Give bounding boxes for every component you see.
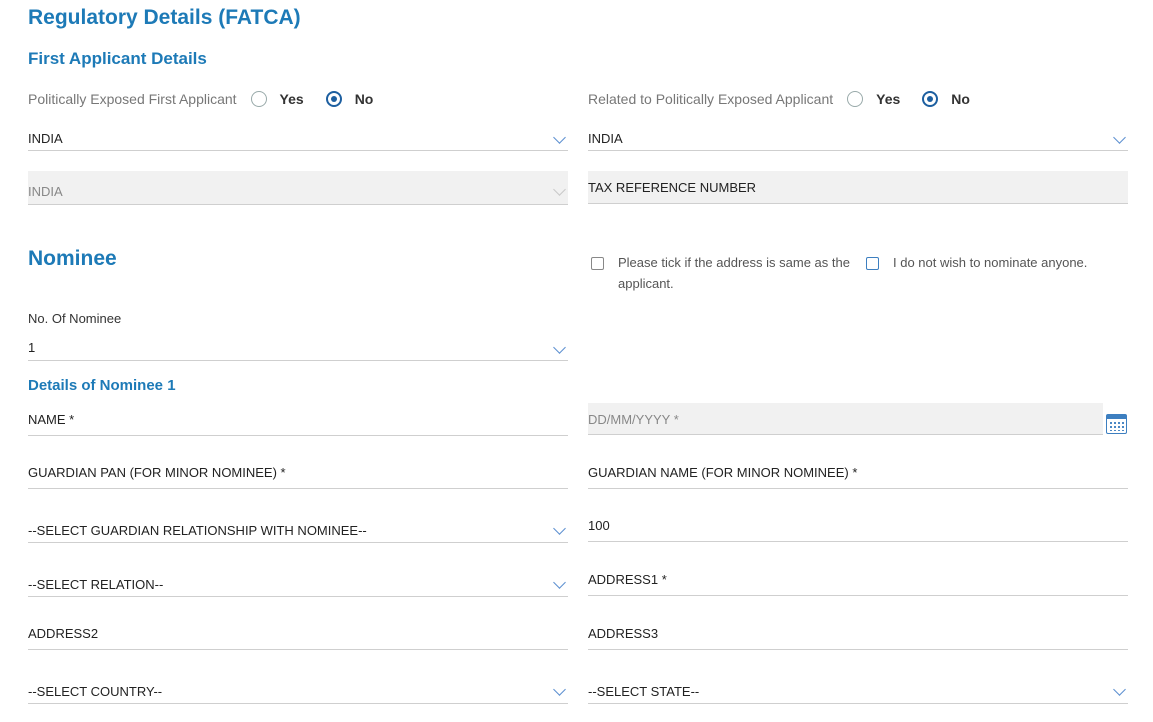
nominee-heading: Nominee <box>28 247 117 270</box>
no-nominate-label: I do not wish to nominate anyone. <box>893 255 1088 270</box>
related-yes-label: Yes <box>876 91 901 107</box>
nominee-dob-input[interactable]: DD/MM/YYYY * <box>588 403 1103 435</box>
guardian-relationship-value: --SELECT GUARDIAN RELATIONSHIP WITH NOMI… <box>28 523 367 538</box>
calendar-icon[interactable] <box>1106 414 1127 434</box>
related-pep-radio-group: Related to Politically Exposed Applicant… <box>588 91 992 107</box>
chevron-down-icon <box>553 522 566 535</box>
nominee-dob-placeholder: DD/MM/YYYY * <box>588 412 679 427</box>
nominee-percentage-value: 100 <box>588 518 610 533</box>
nominee-count-value: 1 <box>28 340 36 355</box>
chevron-down-icon <box>553 341 566 354</box>
nominee-count-select[interactable]: 1 <box>28 333 568 361</box>
address3-input[interactable]: ADDRESS3 <box>588 618 1128 650</box>
guardian-relationship-select[interactable]: --SELECT GUARDIAN RELATIONSHIP WITH NOMI… <box>28 514 568 543</box>
address1-input[interactable]: ADDRESS1 * <box>588 564 1128 596</box>
guardian-name-placeholder: GUARDIAN NAME (FOR MINOR NOMINEE) * <box>588 465 858 480</box>
guardian-pan-input[interactable]: GUARDIAN PAN (FOR MINOR NOMINEE) * <box>28 457 568 489</box>
chevron-down-icon <box>553 131 566 144</box>
country-tax-select: INDIA <box>28 171 568 205</box>
nominee-country-value: --SELECT COUNTRY-- <box>28 684 163 699</box>
address2-placeholder: ADDRESS2 <box>28 626 99 641</box>
address2-input[interactable]: ADDRESS2 <box>28 618 568 650</box>
nominee-percentage-input[interactable]: 100 <box>588 510 1128 542</box>
related-question-label: Related to Politically Exposed Applicant <box>588 91 834 107</box>
guardian-pan-placeholder: GUARDIAN PAN (FOR MINOR NOMINEE) * <box>28 465 286 480</box>
no-nominate-checkbox[interactable] <box>866 257 879 270</box>
country-citizenship-value: INDIA <box>588 131 623 146</box>
chevron-down-icon <box>553 183 566 196</box>
country-tax-value: INDIA <box>28 184 63 199</box>
pep-radio-group: Politically Exposed First Applicant Yes … <box>28 91 395 107</box>
pep-question-label: Politically Exposed First Applicant <box>28 91 237 107</box>
nominee-details-heading: Details of Nominee 1 <box>28 377 176 394</box>
pep-no-label: No <box>354 91 374 107</box>
nominee-count-label: No. Of Nominee <box>28 311 122 326</box>
nominee-name-input[interactable]: NAME * <box>28 404 568 436</box>
related-yes-radio[interactable] <box>847 91 864 107</box>
nominee-country-select[interactable]: --SELECT COUNTRY-- <box>28 675 568 704</box>
chevron-down-icon <box>553 576 566 589</box>
country-birth-select[interactable]: INDIA <box>28 122 568 151</box>
same-address-label: Please tick if the address is same as th… <box>618 255 850 291</box>
nominee-name-placeholder: NAME * <box>28 412 75 427</box>
first-applicant-heading: First Applicant Details <box>28 49 207 68</box>
chevron-down-icon <box>1113 131 1126 144</box>
pep-yes-label: Yes <box>279 91 304 107</box>
country-birth-value: INDIA <box>28 131 63 146</box>
guardian-name-input[interactable]: GUARDIAN NAME (FOR MINOR NOMINEE) * <box>588 457 1128 489</box>
pep-no-radio[interactable] <box>325 91 342 107</box>
pep-yes-radio[interactable] <box>250 91 267 107</box>
relation-value: --SELECT RELATION-- <box>28 577 164 592</box>
chevron-down-icon <box>1113 683 1126 696</box>
same-address-checkbox[interactable] <box>591 257 604 270</box>
tax-reference-input[interactable]: TAX REFERENCE NUMBER <box>588 171 1128 204</box>
tax-reference-placeholder: TAX REFERENCE NUMBER <box>588 180 757 195</box>
relation-select[interactable]: --SELECT RELATION-- <box>28 568 568 597</box>
address3-placeholder: ADDRESS3 <box>588 626 659 641</box>
chevron-down-icon <box>553 683 566 696</box>
related-no-radio[interactable] <box>922 91 939 107</box>
nominee-state-value: --SELECT STATE-- <box>588 684 700 699</box>
address1-placeholder: ADDRESS1 * <box>588 572 667 587</box>
country-citizenship-select[interactable]: INDIA <box>588 122 1128 151</box>
page-title: Regulatory Details (FATCA) <box>28 6 301 29</box>
nominee-state-select[interactable]: --SELECT STATE-- <box>588 675 1128 704</box>
related-no-label: No <box>951 91 970 107</box>
